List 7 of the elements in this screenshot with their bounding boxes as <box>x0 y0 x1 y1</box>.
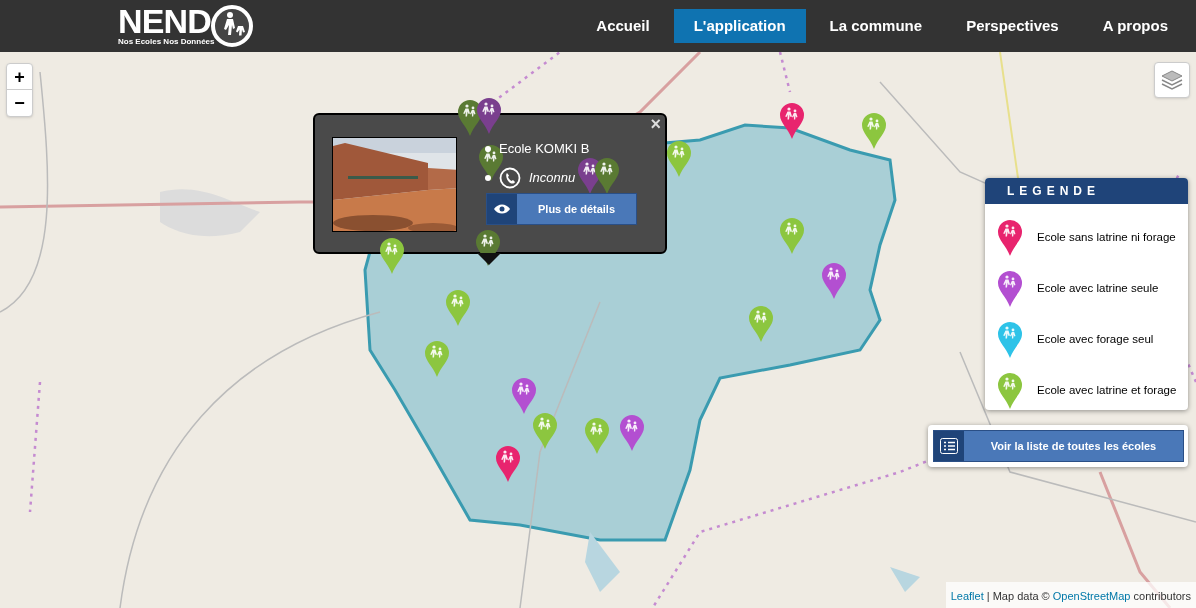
nav-tab[interactable]: Perspectives <box>946 8 1079 44</box>
logo-text: NEND <box>118 5 211 37</box>
nav-tab[interactable]: A propos <box>1082 8 1188 44</box>
nav-tab[interactable]: La commune <box>809 8 943 44</box>
logo-tagline: Nos Ecoles Nos Données <box>118 37 215 47</box>
nav-tab[interactable]: L'application <box>673 8 806 44</box>
nav-tab[interactable]: Accueil <box>576 8 670 44</box>
